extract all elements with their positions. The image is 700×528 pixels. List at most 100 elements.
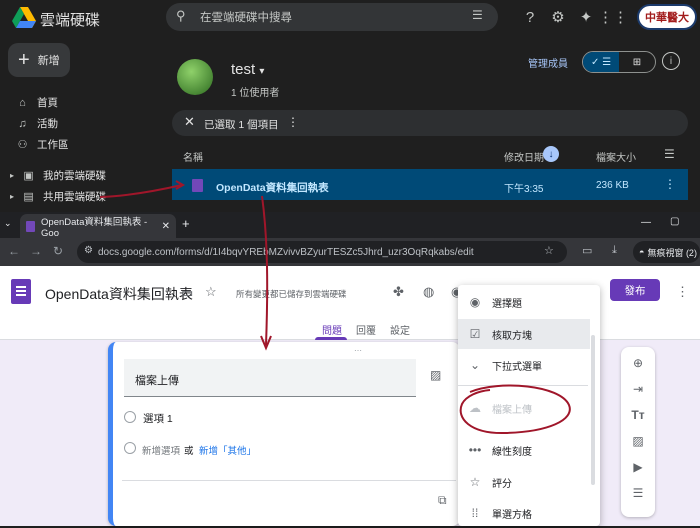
menu-item-rating[interactable]: ☆ 評分 [458,467,590,497]
dropdown-icon: ⌄ [469,358,481,372]
grid-view-icon[interactable]: ⊞ [619,52,655,72]
manage-members-link[interactable]: 管理成員 [528,55,568,70]
download-icon[interactable]: ⤓ [612,244,617,257]
upload-cloud-icon: ☁ [469,401,481,415]
radio-icon: ◉ [469,295,481,309]
menu-item-multiple-choice[interactable]: ◉ 選擇題 [458,287,590,317]
sidebar-item-shared-drives[interactable]: ▸ ▤ 共用雲端硬碟 [10,189,106,204]
gear-icon[interactable]: ⚙ [547,6,569,28]
option-1[interactable]: 選項 1 [143,411,173,426]
more-icon[interactable]: ⋮ [676,284,689,300]
folder-icon[interactable]: ▭ [181,285,193,301]
more-actions-icon[interactable]: ⋮ [287,115,299,129]
back-icon[interactable]: ← [8,244,20,258]
menu-item-checkboxes[interactable]: ☑ 核取方塊 [458,319,590,349]
workspace-icon: ⚇ [17,139,28,151]
drive-logo-icon [12,7,36,28]
form-title[interactable]: OpenData資料集回執表 [45,284,193,304]
add-other-link[interactable]: 新增「其他」 [199,443,256,457]
add-video-icon[interactable]: ▶ [621,460,655,474]
forms-favicon-icon [26,220,36,232]
selection-bar: ✕ 已選取 1 個項目 ⋮ [172,110,688,136]
org-badge[interactable]: 中華醫大 [637,4,697,30]
sort-arrow-icon[interactable]: ↓ [543,146,559,162]
close-icon[interactable]: ✕ [184,114,195,130]
add-section-icon[interactable]: ☰ [621,486,655,500]
plus-icon: + [18,49,30,71]
menu-item-grid[interactable]: ⁞⁞ 單選方格 [458,498,590,528]
view-toggle[interactable]: ✓ ☰ ⊞ [582,51,656,73]
bookmark-star-icon[interactable]: ☆ [544,244,554,257]
sort-options-icon[interactable]: ☰ [664,147,675,161]
tab-settings[interactable]: 設定 [390,322,410,337]
divider [122,480,456,481]
duplicate-icon[interactable]: ⧉ [438,493,447,508]
tab-indicator [315,337,347,340]
publish-button[interactable]: 發布 [610,279,660,301]
forms-logo-icon[interactable] [11,279,31,304]
tab-close-icon[interactable]: ✕ [162,221,170,232]
add-option[interactable]: 新增選項 [142,443,180,457]
add-image-icon[interactable]: ▨ [621,434,655,448]
column-modified[interactable]: 修改日期 [504,149,544,164]
tab-responses[interactable]: 回覆 [356,322,376,337]
cast-icon[interactable]: ▭ [582,244,592,257]
search-options-icon[interactable]: ☰ [472,8,483,22]
import-questions-icon[interactable]: ⇥ [621,382,655,396]
menu-item-dropdown[interactable]: ⌄ 下拉式選單 [458,350,590,380]
menu-scrollbar[interactable] [591,335,595,485]
site-info-icon[interactable]: ⚙ [84,245,93,256]
gemini-icon[interactable]: ✦ [575,6,597,28]
new-button[interactable]: + 新增 [8,43,70,77]
home-icon: ⌂ [19,96,26,109]
star-icon: ☆ [469,475,481,489]
expand-caret-icon[interactable]: ▸ [10,171,14,180]
grid-icon: ⁞⁞ [471,506,479,520]
sidebar-item-activity[interactable]: ♫ 活動 [16,116,58,131]
question-title[interactable]: 檔案上傳 [135,372,179,388]
folder-title[interactable]: test ▾ [231,61,264,78]
file-more-icon[interactable]: ⋮ [664,177,676,191]
radio-icon [124,411,136,423]
or-text: 或 [184,446,194,457]
info-icon[interactable]: i [662,52,680,70]
star-icon[interactable]: ☆ [205,284,217,300]
file-name[interactable]: OpenData資料集回執表 [216,180,329,195]
list-view-icon[interactable]: ✓ ☰ [583,52,619,72]
maximize-icon[interactable]: ▢ [670,216,679,227]
sidebar-item-workspace[interactable]: ⚇ 工作區 [16,137,69,152]
folder-users: 1 位使用者 [231,88,280,99]
my-drive-icon: ▣ [23,170,34,182]
incognito-indicator[interactable]: ◓ 無痕視窗 (2) [633,241,700,263]
reload-icon[interactable]: ↻ [53,244,63,258]
menu-divider [458,385,588,386]
save-status: 所有變更都已儲存到雲端硬碟 [236,289,347,299]
addon-puzzle-icon[interactable]: ✤ [393,284,404,300]
column-name[interactable]: 名稱 [183,149,203,164]
add-title-icon[interactable]: Tт [621,408,655,422]
new-tab-icon[interactable]: + [182,216,190,231]
forward-icon[interactable]: → [30,244,42,258]
minimize-icon[interactable]: — [641,217,651,228]
column-size[interactable]: 檔案大小 [596,149,636,164]
sidebar-item-home[interactable]: ⌂ 首頁 [16,95,58,110]
tab-list-icon[interactable]: ⌄ [4,218,12,229]
incognito-icon: ◓ [639,247,645,257]
add-image-icon[interactable]: ▨ [430,368,441,382]
browser-tab[interactable]: OpenData資料集回執表 - Goo ✕ [20,214,176,239]
search-input[interactable]: 在雲端硬碟中搜尋 [200,9,292,25]
app-title: 雲端硬碟 [40,12,101,29]
file-size: 236 KB [596,180,629,191]
tab-questions[interactable]: 問題 [322,322,342,337]
url-text[interactable]: docs.google.com/forms/d/1I4bqvYREbMZvivv… [98,247,474,258]
add-question-icon[interactable]: ⊕ [621,356,655,370]
checkbox-icon: ☑ [469,327,481,341]
help-icon[interactable]: ? [519,6,541,28]
drag-handle-icon[interactable]: ⋯ [354,346,363,355]
search-icon[interactable]: ⚲ [176,8,186,24]
palette-icon[interactable]: ◍ [423,284,434,300]
menu-item-linear-scale[interactable]: ••• 線性刻度 [458,435,590,465]
sidebar-item-my-drive[interactable]: ▸ ▣ 我的雲端硬碟 [10,168,106,183]
expand-caret-icon[interactable]: ▸ [10,192,14,201]
apps-grid-icon[interactable]: ⋮⋮ [598,6,628,28]
